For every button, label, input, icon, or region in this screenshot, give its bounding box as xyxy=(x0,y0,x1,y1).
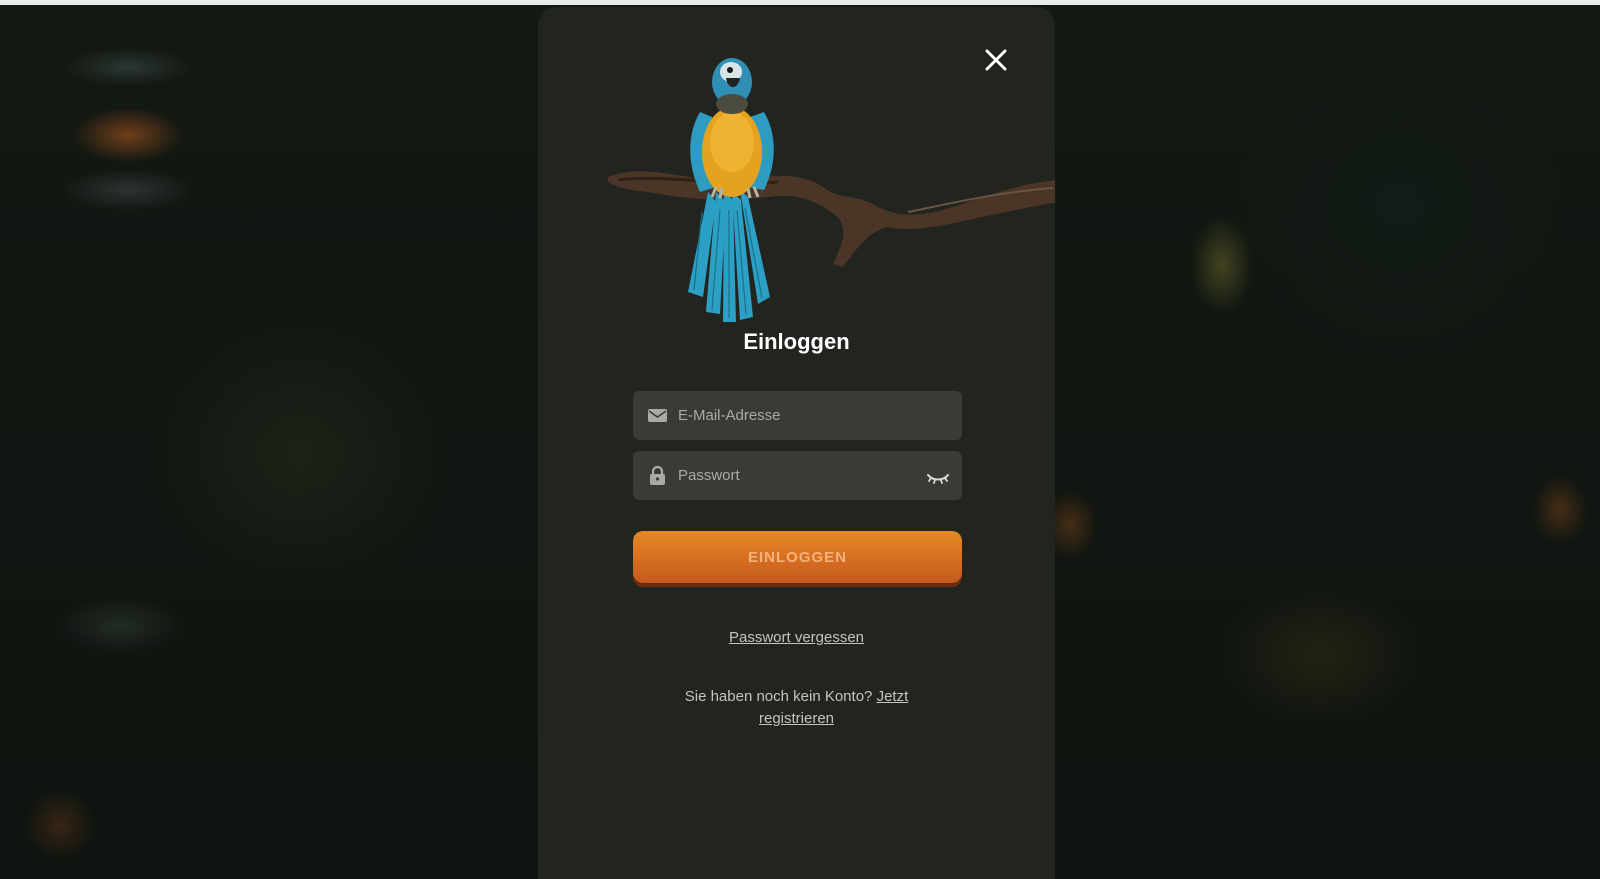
password-field[interactable] xyxy=(633,451,962,500)
lock-icon xyxy=(650,465,665,485)
password-input[interactable] xyxy=(678,451,908,500)
page-title: Einloggen xyxy=(743,329,850,354)
login-modal: Einloggen EINLOGGEN Passwort vergessen S… xyxy=(538,7,1055,879)
register-prompt: Sie haben noch kein Konto? Jetzt registr… xyxy=(658,686,935,730)
parrot-on-branch-image xyxy=(608,58,1055,322)
email-input[interactable] xyxy=(678,391,908,440)
email-field[interactable] xyxy=(633,391,962,440)
register-prompt-text: Sie haben noch kein Konto? xyxy=(684,688,873,705)
login-button[interactable]: EINLOGGEN xyxy=(633,531,962,583)
eye-closed-icon[interactable] xyxy=(926,467,950,485)
envelope-icon xyxy=(648,409,667,422)
forgot-password-link[interactable]: Passwort vergessen xyxy=(538,629,1055,646)
